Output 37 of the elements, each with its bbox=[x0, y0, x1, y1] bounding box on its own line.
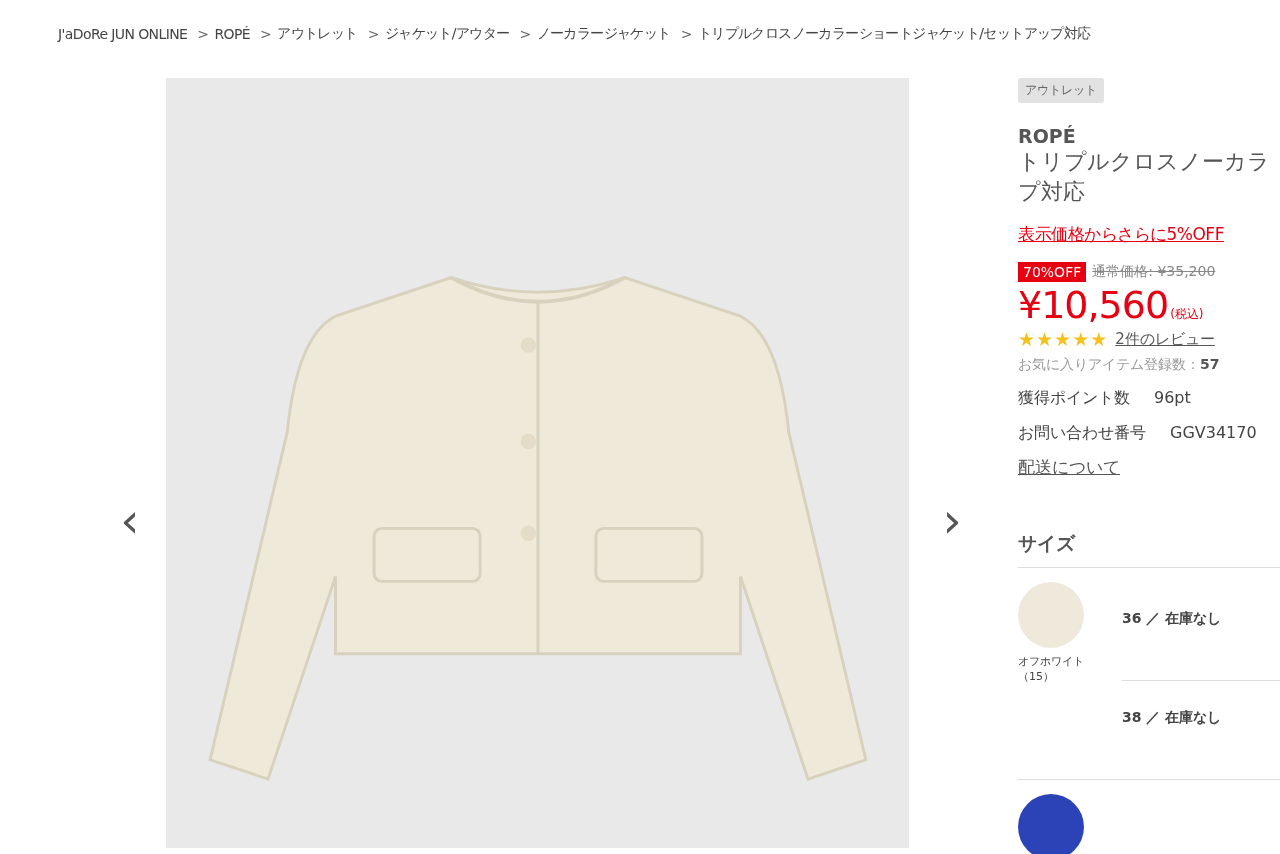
star-icon: ★ bbox=[1054, 328, 1072, 350]
breadcrumb-link[interactable]: J'aDoRe JUN ONLINE bbox=[58, 26, 188, 42]
breadcrumb-separator: > bbox=[519, 26, 531, 42]
breadcrumb-separator: > bbox=[367, 26, 379, 42]
breadcrumb-link[interactable]: ROPÉ bbox=[214, 26, 251, 42]
product-title: プ対応 bbox=[1018, 178, 1086, 206]
review-link[interactable]: 2件のレビュー bbox=[1115, 329, 1215, 349]
color-label: オフホワイト（15） bbox=[1018, 654, 1085, 684]
breadcrumb-separator: > bbox=[260, 26, 272, 42]
spec-label: お問い合わせ番号 bbox=[1018, 423, 1146, 444]
size-option[interactable]: 38 ／ 在庫なし bbox=[1122, 681, 1280, 779]
breadcrumb-link[interactable]: ジャケット/アウター bbox=[384, 25, 510, 43]
size-heading: サイズ bbox=[1018, 531, 1280, 568]
outlet-tag: アウトレット bbox=[1018, 78, 1104, 103]
spec-label: 獲得ポイント数 bbox=[1018, 388, 1130, 409]
star-icon: ★ bbox=[1036, 328, 1054, 350]
star-icon: ★ bbox=[1018, 328, 1036, 350]
brand-name: ROPÉ bbox=[1018, 125, 1076, 147]
breadcrumb-link[interactable]: トリプルクロスノーカラーショートジャケット/セットアップ対応 bbox=[697, 25, 1091, 43]
promo-link[interactable]: 表示価格からさらに5%OFF bbox=[1018, 223, 1224, 246]
color-swatch[interactable] bbox=[1018, 794, 1084, 854]
spec-value: 96pt bbox=[1154, 388, 1191, 409]
shipping-link[interactable]: 配送について bbox=[1018, 456, 1120, 479]
discount-badge: 70%OFF bbox=[1018, 262, 1087, 282]
star-icon: ★ bbox=[1090, 328, 1108, 350]
star-icon: ★ bbox=[1072, 328, 1090, 350]
breadcrumb-link[interactable]: ノーカラージャケット bbox=[536, 25, 671, 43]
size-option[interactable]: 36 ／ 在庫なし bbox=[1122, 582, 1280, 681]
breadcrumb-separator: > bbox=[197, 26, 209, 42]
product-title: トリプルクロスノーカラ bbox=[1018, 148, 1270, 176]
sale-price: ¥10,560 bbox=[1018, 282, 1169, 328]
favorites-count: お気に入りアイテム登録数：57 bbox=[1018, 356, 1220, 374]
breadcrumb-separator: > bbox=[680, 26, 692, 42]
tax-note: (税込) bbox=[1170, 306, 1204, 323]
breadcrumb-link[interactable]: アウトレット bbox=[277, 25, 358, 43]
regular-price: 通常価格: ¥35,200 bbox=[1092, 263, 1216, 281]
spec-value: GGV34170 bbox=[1170, 423, 1257, 444]
